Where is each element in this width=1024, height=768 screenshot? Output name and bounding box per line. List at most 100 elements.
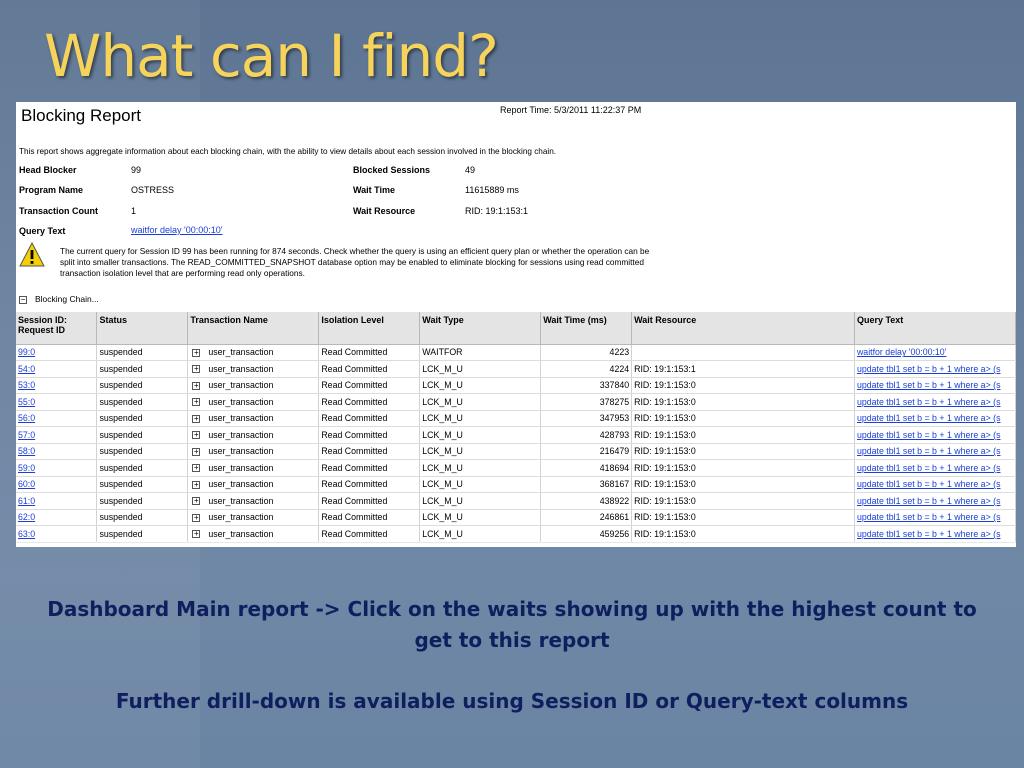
status-cell: suspended (96, 393, 189, 411)
col-session-id[interactable]: Session ID: Request ID (16, 312, 98, 345)
wait-type-cell: LCK_M_U (419, 410, 542, 427)
status-cell: suspended (96, 492, 189, 510)
slide-note-primary: Dashboard Main report -> Click on the wa… (47, 597, 977, 652)
expand-icon[interactable]: + (192, 398, 201, 407)
session-id-link[interactable]: 58:0 (16, 443, 98, 460)
expand-icon[interactable]: + (192, 530, 201, 539)
wait-resource-cell: RID: 19:1:153:0 (631, 443, 855, 460)
table-row: 56:0 suspended + user_transaction Read Commi… (16, 410, 1016, 427)
table-row: 62:0 suspended + user_transaction Read Commi… (16, 509, 1016, 526)
transaction-name-cell: + user_transaction (187, 426, 320, 444)
table-row: 55:0 suspended + user_transaction Read Commi… (16, 393, 1016, 411)
wait-time-cell: 418694 (540, 459, 633, 477)
wait-type-cell: LCK_M_U (419, 360, 542, 378)
expand-icon[interactable]: + (192, 348, 201, 357)
wait-resource-cell: RID: 19:1:153:0 (631, 509, 855, 526)
session-id-link[interactable]: 59:0 (16, 459, 98, 477)
wait-time-cell: 337840 (540, 377, 633, 394)
expand-icon[interactable]: + (192, 497, 201, 506)
wait-time-cell: 216479 (540, 443, 633, 460)
wait-resource-cell: RID: 19:1:153:0 (631, 492, 855, 510)
status-cell: suspended (96, 459, 189, 477)
col-isolation-level[interactable]: Isolation Level (318, 312, 421, 345)
transaction-name-cell: + user_transaction (187, 344, 320, 361)
session-id-link[interactable]: 99:0 (16, 344, 98, 361)
expand-icon[interactable]: + (192, 381, 201, 390)
program-name-label: Program Name (19, 185, 84, 195)
isolation-level-cell: Read Committed (318, 426, 421, 444)
blocked-sessions-value: 49 (465, 165, 476, 175)
status-cell: suspended (96, 426, 189, 444)
session-id-link[interactable]: 62:0 (16, 509, 98, 526)
session-id-link[interactable]: 57:0 (16, 426, 98, 444)
query-text-link[interactable]: update tbl1 set b = b + 1 where a> (s (854, 459, 1016, 477)
query-text-link[interactable]: update tbl1 set b = b + 1 where a> (s (854, 360, 1016, 378)
isolation-level-cell: Read Committed (318, 476, 421, 493)
wait-time-cell: 347953 (540, 410, 633, 427)
program-name-value: OSTRESS (131, 185, 175, 195)
transaction-count-label: Transaction Count (19, 206, 99, 216)
query-text-link[interactable]: update tbl1 set b = b + 1 where a> (s (854, 393, 1016, 411)
wait-resource-cell: RID: 19:1:153:0 (631, 377, 855, 394)
col-transaction-name[interactable]: Transaction Name (187, 312, 320, 345)
query-text-link[interactable]: update tbl1 set b = b + 1 where a> (s (854, 476, 1016, 493)
table-row: 60:0 suspended + user_transaction Read Commi… (16, 476, 1016, 493)
query-text-link[interactable]: update tbl1 set b = b + 1 where a> (s (854, 426, 1016, 444)
table-row: 57:0 suspended + user_transaction Read Commi… (16, 426, 1016, 444)
col-status[interactable]: Status (96, 312, 189, 345)
status-cell: suspended (96, 443, 189, 460)
query-text-link[interactable]: update tbl1 set b = b + 1 where a> (s (854, 377, 1016, 394)
col-wait-resource[interactable]: Wait Resource (631, 312, 855, 345)
report-time: Report Time: 5/3/2011 11:22:37 PM (500, 105, 642, 115)
wait-resource-cell: RID: 19:1:153:1 (631, 360, 855, 378)
isolation-level-cell: Read Committed (318, 459, 421, 477)
expand-icon[interactable]: + (192, 414, 201, 423)
wait-type-cell: LCK_M_U (419, 459, 542, 477)
status-cell: suspended (96, 476, 189, 493)
col-query-text[interactable]: Query Text (854, 312, 1016, 345)
blocking-chain-label: Blocking Chain... (35, 294, 99, 304)
session-id-link[interactable]: 60:0 (16, 476, 98, 493)
isolation-level-cell: Read Committed (318, 410, 421, 427)
report-title: Blocking Report (21, 106, 142, 125)
status-cell: suspended (96, 410, 189, 427)
session-id-link[interactable]: 53:0 (16, 377, 98, 394)
isolation-level-cell: Read Committed (318, 360, 421, 378)
transaction-name-cell: + user_transaction (187, 443, 320, 460)
slide-note-secondary: Further drill-down is available using Se… (115, 689, 909, 713)
wait-resource-cell: RID: 19:1:153:0 (631, 426, 855, 444)
session-id-link[interactable]: 54:0 (16, 360, 98, 378)
wait-type-cell: WAITFOR (419, 344, 542, 361)
query-text-link[interactable]: update tbl1 set b = b + 1 where a> (s (854, 443, 1016, 460)
col-wait-time[interactable]: Wait Time (ms) (540, 312, 633, 345)
col-wait-type[interactable]: Wait Type (419, 312, 542, 345)
expand-icon[interactable]: + (192, 513, 201, 522)
collapse-icon[interactable]: − (19, 295, 27, 304)
warning-text: The current query for Session ID 99 has … (60, 246, 650, 278)
wait-type-cell: LCK_M_U (419, 393, 542, 411)
query-text-link[interactable]: update tbl1 set b = b + 1 where a> (s (854, 509, 1016, 526)
blocking-report-screenshot: Blocking Report Report Time: 5/3/2011 11… (16, 102, 1016, 547)
wait-time-cell: 428793 (540, 426, 633, 444)
expand-icon[interactable]: + (192, 365, 201, 374)
isolation-level-cell: Read Committed (318, 492, 421, 510)
session-id-link[interactable]: 55:0 (16, 393, 98, 411)
transaction-name-cell: + user_transaction (187, 459, 320, 477)
expand-icon[interactable]: + (192, 464, 201, 473)
expand-icon[interactable]: + (192, 447, 201, 456)
query-text-link[interactable]: waitfor delay '00:00:10' (854, 344, 1016, 361)
query-text-link[interactable]: update tbl1 set b = b + 1 where a> (s (854, 492, 1016, 510)
expand-icon[interactable]: + (192, 431, 201, 440)
wait-resource-value: RID: 19:1:153:1 (465, 206, 529, 216)
query-text-link[interactable]: update tbl1 set b = b + 1 where a> (s (854, 410, 1016, 427)
session-id-link[interactable]: 56:0 (16, 410, 98, 427)
slide-title: What can I find? (44, 22, 499, 90)
wait-time-cell: 438922 (540, 492, 633, 510)
wait-resource-cell: RID: 19:1:153:0 (631, 459, 855, 477)
query-text-link[interactable]: waitfor delay '00:00:10' (131, 225, 223, 235)
expand-icon[interactable]: + (192, 480, 201, 489)
session-id-link[interactable]: 61:0 (16, 492, 98, 510)
wait-time-cell: 4223 (540, 344, 633, 361)
status-cell: suspended (96, 360, 189, 378)
blocking-chain-toggle[interactable]: − Blocking Chain... (19, 294, 99, 304)
